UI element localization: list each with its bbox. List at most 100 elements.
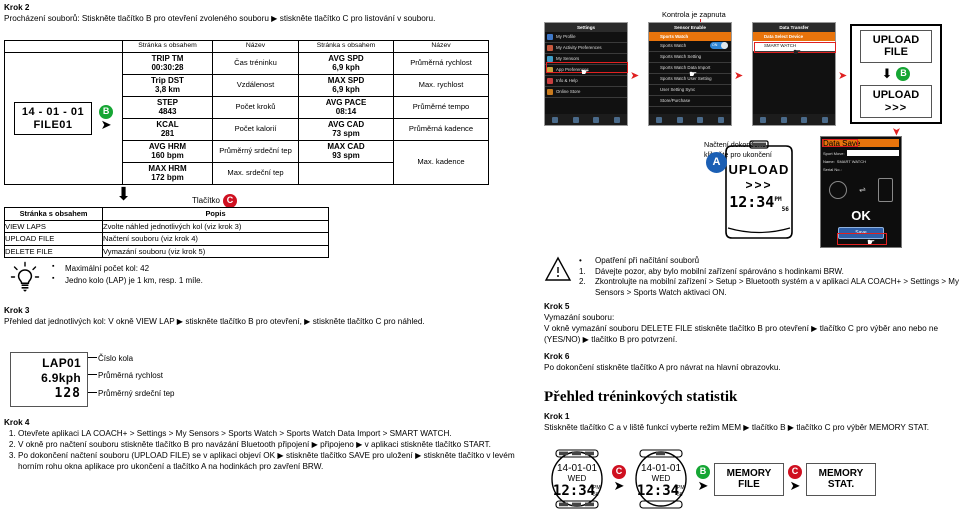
metric-name: Počet kroků xyxy=(212,96,299,119)
metric-key: Trip DST 3,8 km xyxy=(122,74,213,97)
field-input[interactable] xyxy=(846,150,899,156)
lap-display-figure: LAP01 6.9kph 128 Číslo kola Průměrná ryc… xyxy=(10,352,288,408)
list-item[interactable]: Sports Watch Setting xyxy=(649,52,731,63)
header-content-page-2: Stránka s obsahem xyxy=(298,40,394,53)
list-item: V okně pro načtení souboru stiskněte tla… xyxy=(18,440,534,451)
phone1-tabbar[interactable] xyxy=(545,114,627,125)
field-label: Name: xyxy=(823,159,835,164)
svg-text:14-01-01: 14-01-01 xyxy=(641,463,681,474)
row-label: Store/Purchase xyxy=(660,98,691,104)
metric-key-r: MAX SPD 6,9 kph xyxy=(298,74,394,97)
memory-file-screen: MEMORY FILE xyxy=(714,462,784,496)
menu-key: UPLOAD FILE xyxy=(4,232,103,246)
tip-block: Maximální počet kol: 42 Jedno kolo (LAP)… xyxy=(8,260,203,294)
row-sports-watch[interactable]: Sports Watch ON xyxy=(649,41,731,52)
button-c-badge[interactable]: C xyxy=(612,465,626,479)
row-label: Sports Watch User Setting xyxy=(660,76,712,82)
list-item: Jedno kolo (LAP) je 1 km, resp. 1 míle. xyxy=(52,274,203,287)
metric-key-r: AVG SPD 6,9 kph xyxy=(298,52,394,75)
metric-key-r: MAX CAD 93 spm xyxy=(298,140,394,163)
field-label: Sport Move: xyxy=(823,150,845,156)
step4-heading: Krok 4 xyxy=(4,418,30,427)
memory-stat-line2: STAT. xyxy=(827,479,855,490)
desc-header-popis: Popis xyxy=(102,207,329,221)
menu-key: DELETE FILE xyxy=(4,244,103,258)
tip-list: Maximální počet kol: 42 Jedno kolo (LAP)… xyxy=(52,262,203,287)
tap-hand-icon: ☛ xyxy=(689,69,698,79)
button-a-badge[interactable]: A xyxy=(706,152,727,173)
arrow-right-icon: ➤ xyxy=(630,69,640,82)
desc-header-page: Stránka s obsahem xyxy=(4,207,103,221)
serial-field[interactable]: Serial No.: xyxy=(823,167,899,172)
arrow-down-icon: ➤ xyxy=(890,126,904,137)
metric-key: AVG HRM 160 bpm xyxy=(122,140,213,163)
metric-name-r: Max. kadence xyxy=(393,140,489,185)
phone3-title: Data Transfer xyxy=(753,23,835,32)
field-label: Serial No.: xyxy=(823,167,842,172)
button-b-badge[interactable]: B xyxy=(896,67,911,81)
list-item: Maximální počet kol: 42 xyxy=(52,262,203,275)
svg-text:PM: PM xyxy=(593,485,601,491)
row-label: Sports Watch Data Import xyxy=(660,65,711,71)
header-blank xyxy=(4,40,123,53)
step-b-arrow: B ➤ xyxy=(696,465,710,493)
step3-body: Přehled dat jednotlivých kol: V okně VIE… xyxy=(4,317,425,327)
button-b-badge[interactable]: B xyxy=(99,105,114,119)
header-name-1: Název xyxy=(212,40,299,53)
list-item[interactable]: My Activity Preferences xyxy=(545,43,627,54)
memory-file-line2: FILE xyxy=(738,479,760,490)
list-item[interactable]: Store/Purchase xyxy=(649,96,731,107)
step5-line1: Vymazání souboru: xyxy=(544,313,615,323)
metric-key: MAX HRM 172 bpm xyxy=(122,162,213,185)
list-item[interactable]: User Setting Sync xyxy=(649,85,731,96)
name-field[interactable]: Name: SMART WATCH xyxy=(823,159,899,164)
metric-value-r: 08:14 xyxy=(335,106,357,116)
list-item[interactable]: Online Store xyxy=(545,87,627,98)
row-label: User Setting Sync xyxy=(660,87,696,93)
metric-key: TRIP TM 00:30:28 xyxy=(122,52,213,75)
list-item: Otevřete aplikaci LA COACH+ > Settings >… xyxy=(18,429,534,440)
menu-description-table: Stránka s obsahem Popis VIEW LAPS Zvolte… xyxy=(4,207,329,258)
lap-heart-rate: 128 xyxy=(54,386,81,401)
phone3-section: Data Select Device xyxy=(753,32,835,41)
metric-name-r: Max. rychlost xyxy=(393,74,489,97)
button-b-group: B ➤ xyxy=(99,105,114,132)
button-c-caption-label: Tlačítko xyxy=(192,196,221,205)
step-c-arrow: C ➤ xyxy=(612,465,626,493)
phone2-title: Sensor Enable xyxy=(649,23,731,32)
phone1-title: Settings xyxy=(545,23,627,32)
metric-name: Max. srdeční tep xyxy=(212,162,299,185)
metric-value-r: 73 spm xyxy=(332,128,360,138)
list-item: 2. Zkontrolujte na mobilní zařízení > Set… xyxy=(579,277,960,298)
tap-hand-icon: ☛ xyxy=(867,237,876,247)
step2-body: Procházení souborů: Stiskněte tlačítko B… xyxy=(4,14,436,24)
sport-move-field[interactable]: Sport Move: xyxy=(823,150,899,156)
memory-stat-screen: MEMORY STAT. xyxy=(806,462,876,496)
watch-upload-chevrons: >>> xyxy=(745,178,773,193)
left-column: Krok 2 Procházení souborů: Stiskněte tla… xyxy=(4,3,532,25)
row-label: Sports Watch Setting xyxy=(660,54,702,60)
step1-body: Stiskněte tlačítko C a v liště funkcí vy… xyxy=(544,423,930,433)
highlight-box xyxy=(822,139,858,147)
metric-value: 281 xyxy=(160,128,175,138)
button-c-badge[interactable]: C xyxy=(223,194,238,208)
button-b-badge[interactable]: B xyxy=(696,465,710,479)
watch-time: 12:34PM 56 xyxy=(716,193,802,214)
row-label: My Activity Preferences xyxy=(556,45,602,51)
watch-seconds: 56 xyxy=(781,206,789,214)
tap-hand-icon: ☛ xyxy=(793,47,802,57)
lap-screen: LAP01 6.9kph 128 xyxy=(10,352,88,408)
sports-watch-toggle[interactable]: ON xyxy=(710,42,728,49)
lap-speed: 6.9kph xyxy=(41,371,81,385)
metric-key-r: AVG PACE 08:14 xyxy=(298,96,394,119)
row-label: Sports Watch xyxy=(660,43,687,49)
phone2-tabbar[interactable] xyxy=(649,114,731,125)
metric-value: 3,8 km xyxy=(155,84,180,94)
menu-desc: Načtení souboru (viz krok 4) xyxy=(102,232,329,246)
watch-upload-label: UPLOAD xyxy=(728,162,790,177)
button-c-badge[interactable]: C xyxy=(788,465,802,479)
watch-time-value: 12:34 xyxy=(729,193,775,212)
list-item[interactable]: My Profile xyxy=(545,32,627,43)
phone3-tabbar[interactable] xyxy=(753,114,835,125)
arrow-down-icon: ⬇ xyxy=(116,184,132,205)
